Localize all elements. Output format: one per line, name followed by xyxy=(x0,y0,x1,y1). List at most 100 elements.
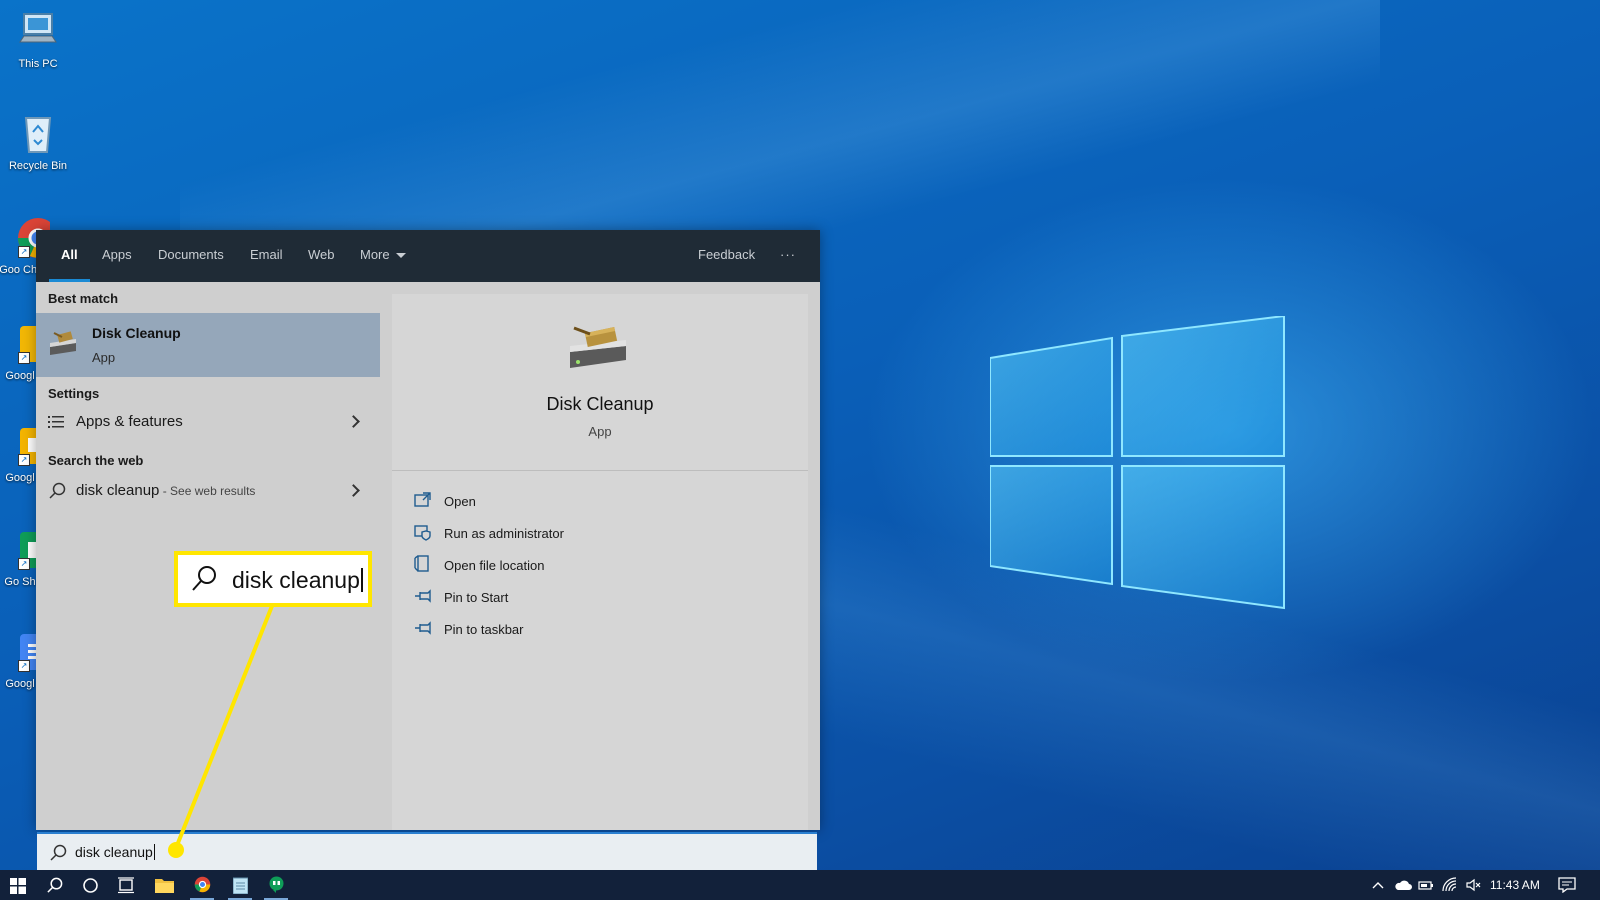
desktop-icon-label: Recycle Bin xyxy=(8,160,68,172)
notepad-icon xyxy=(233,877,248,894)
chrome-taskbar-button[interactable] xyxy=(184,870,220,900)
windows-logo-wallpaper xyxy=(990,316,1285,610)
callout-query-text: disk cleanup xyxy=(232,567,360,593)
search-icon xyxy=(192,566,216,591)
feedback-button[interactable]: Feedback xyxy=(698,230,755,282)
pin-to-start-action[interactable]: Pin to Start xyxy=(414,587,714,613)
web-query-suffix: - See web results xyxy=(159,484,256,498)
wifi-icon xyxy=(1442,877,1457,892)
callout-query-wrap: disk cleanup xyxy=(232,567,363,594)
volume-button[interactable] xyxy=(1466,877,1482,893)
folder-icon xyxy=(155,879,174,893)
search-web-heading: Search the web xyxy=(48,453,144,468)
disk-cleanup-icon xyxy=(50,331,76,355)
apps-and-features-result[interactable]: Apps & features xyxy=(36,405,380,439)
battery-button[interactable] xyxy=(1418,877,1434,893)
pin-icon xyxy=(415,621,431,635)
tab-more-label: More xyxy=(360,247,390,262)
chevron-right-icon xyxy=(347,415,360,428)
apps-and-features-label: Apps & features xyxy=(76,413,183,430)
file-location-icon xyxy=(414,555,429,572)
web-search-query: disk cleanup - See web results xyxy=(76,482,255,499)
open-label: Open xyxy=(444,494,476,509)
shortcut-arrow-icon: ↗ xyxy=(18,558,30,570)
open-action[interactable]: Open xyxy=(414,491,714,517)
run-as-administrator-label: Run as administrator xyxy=(444,526,564,541)
show-hidden-icons-button[interactable] xyxy=(1370,877,1386,893)
notepad-taskbar-button[interactable] xyxy=(222,870,258,900)
search-icon xyxy=(47,877,63,893)
taskbar-search-button[interactable] xyxy=(36,870,72,900)
start-button[interactable] xyxy=(0,870,36,900)
shortcut-arrow-icon: ↗ xyxy=(18,352,30,364)
disk-cleanup-large-icon xyxy=(570,326,626,368)
task-view-icon xyxy=(118,877,134,894)
run-as-administrator-action[interactable]: Run as administrator xyxy=(414,523,714,549)
text-cursor xyxy=(360,568,363,592)
battery-icon xyxy=(1418,881,1433,890)
chrome-icon xyxy=(194,876,211,893)
hangouts-taskbar-button[interactable] xyxy=(258,870,294,900)
pin-to-start-label: Pin to Start xyxy=(444,590,509,605)
tab-documents[interactable]: Documents xyxy=(158,230,224,282)
start-search-panel: All Apps Documents Email Web More Feedba… xyxy=(36,230,820,830)
tab-more[interactable]: More xyxy=(360,230,406,282)
task-view-button[interactable] xyxy=(108,870,144,900)
search-callout: disk cleanup xyxy=(174,551,372,607)
web-search-result[interactable]: disk cleanup - See web results xyxy=(36,474,380,508)
tab-web[interactable]: Web xyxy=(308,230,335,282)
best-match-result[interactable]: Disk Cleanup App xyxy=(36,313,380,377)
detail-divider xyxy=(392,470,808,471)
network-button[interactable] xyxy=(1442,877,1458,893)
desktop-icon-recycle-bin[interactable]: Recycle Bin xyxy=(0,112,76,172)
best-match-type: App xyxy=(92,350,116,365)
detail-title: Disk Cleanup xyxy=(546,394,654,414)
caret-down-icon xyxy=(395,253,406,259)
search-icon xyxy=(49,482,66,499)
volume-muted-icon xyxy=(1466,878,1481,892)
taskbar-clock[interactable]: 11:43 AM xyxy=(1490,878,1540,892)
shortcut-arrow-icon: ↗ xyxy=(18,454,30,466)
notifications-icon xyxy=(1558,877,1576,894)
best-match-heading: Best match xyxy=(48,291,119,306)
tab-apps[interactable]: Apps xyxy=(102,230,132,282)
file-explorer-button[interactable] xyxy=(146,870,182,900)
windows-start-icon xyxy=(10,878,26,894)
shortcut-arrow-icon: ↗ xyxy=(18,660,30,672)
taskbar: 11:43 AM xyxy=(0,870,1600,900)
text-cursor xyxy=(153,844,155,860)
onedrive-button[interactable] xyxy=(1394,877,1412,893)
shield-icon xyxy=(414,525,431,541)
chevron-right-icon xyxy=(347,484,360,497)
pin-to-taskbar-label: Pin to taskbar xyxy=(444,622,524,637)
tab-email[interactable]: Email xyxy=(250,230,283,282)
action-center-button[interactable] xyxy=(1558,877,1576,894)
search-icon xyxy=(50,844,67,861)
desktop-icon-label: This PC xyxy=(18,58,58,70)
detail-type: App xyxy=(588,424,612,439)
chevron-up-icon xyxy=(1372,882,1384,889)
search-query-text: disk cleanup xyxy=(75,844,153,860)
desktop-icon-this-pc[interactable]: This PC xyxy=(0,10,76,70)
open-file-location-action[interactable]: Open file location xyxy=(414,555,714,581)
pin-to-taskbar-action[interactable]: Pin to taskbar xyxy=(414,619,714,645)
cloud-icon xyxy=(1395,880,1412,890)
cortana-button[interactable] xyxy=(72,870,108,900)
open-file-location-label: Open file location xyxy=(444,558,545,573)
settings-heading: Settings xyxy=(48,386,100,401)
search-query-wrap: disk cleanup xyxy=(75,844,155,860)
tab-all[interactable]: All xyxy=(49,230,89,282)
hangouts-icon xyxy=(269,876,284,893)
search-input[interactable]: disk cleanup xyxy=(37,832,817,870)
best-match-title: Disk Cleanup xyxy=(92,325,181,341)
web-query-text: disk cleanup xyxy=(76,482,160,499)
computer-icon xyxy=(16,10,60,54)
more-options-button[interactable]: ··· xyxy=(780,230,796,282)
search-tab-bar: All Apps Documents Email Web More Feedba… xyxy=(36,230,820,282)
cortana-icon xyxy=(83,878,98,893)
pin-icon xyxy=(415,589,431,603)
list-icon xyxy=(48,416,64,428)
shortcut-arrow-icon: ↗ xyxy=(18,246,30,258)
recycle-bin-icon xyxy=(16,112,60,156)
result-detail-pane: Disk Cleanup App Open Run as administrat… xyxy=(392,294,808,830)
